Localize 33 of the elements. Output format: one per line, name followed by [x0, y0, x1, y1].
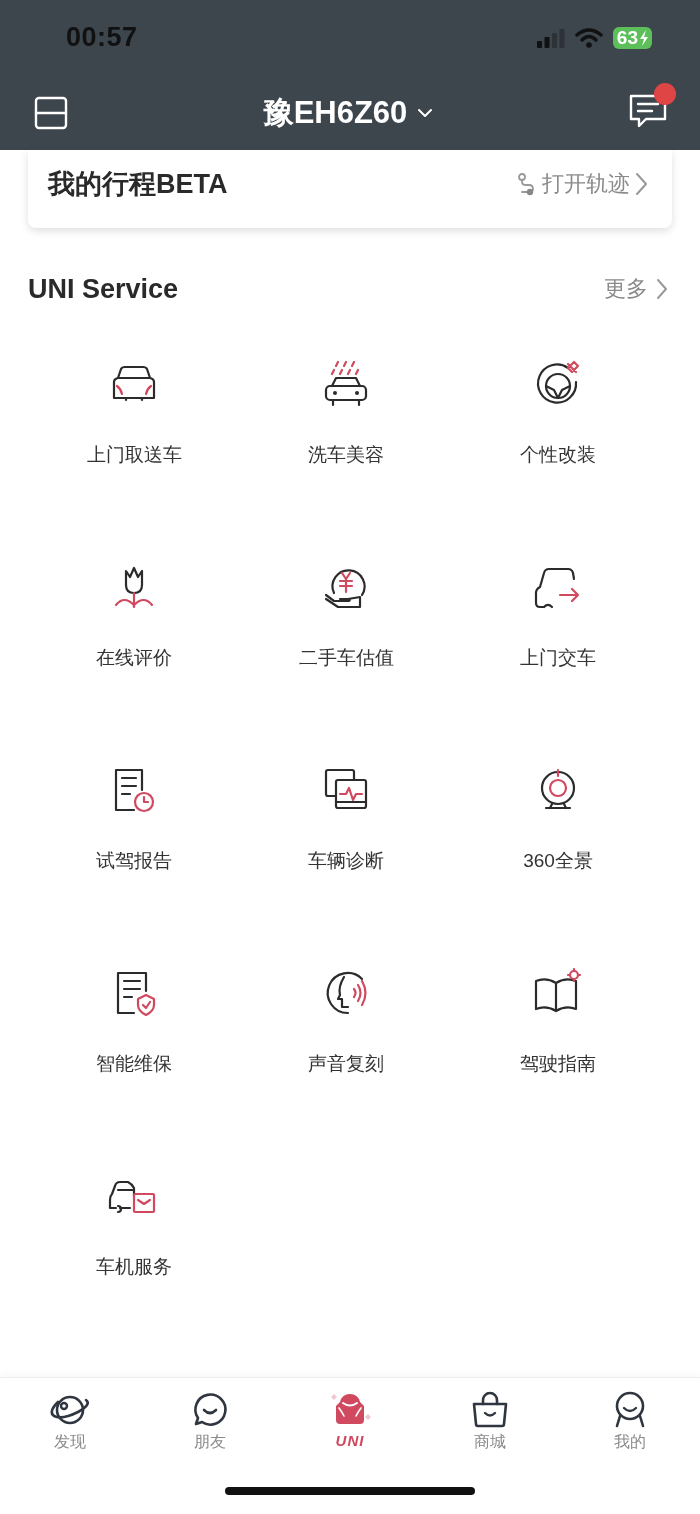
tab-item[interactable]: 商城: [420, 1388, 560, 1453]
section-title: UNI Service: [28, 273, 179, 305]
chevron-down-icon[interactable]: [417, 107, 434, 118]
tab-item[interactable]: UNI: [280, 1388, 420, 1453]
service-item[interactable]: 个性改装: [452, 309, 664, 512]
tab-item[interactable]: 发现: [0, 1388, 140, 1453]
signal-icon: [536, 27, 565, 48]
service-item[interactable]: 试驾报告: [28, 715, 240, 918]
service-item[interactable]: 在线评价: [28, 512, 240, 715]
service-item[interactable]: 洗车美容: [240, 309, 452, 512]
service-item[interactable]: 声音复刻: [240, 918, 452, 1121]
service-item[interactable]: 360全景: [452, 715, 664, 918]
battery-level: 63: [616, 26, 638, 49]
more-link[interactable]: 更多: [604, 274, 672, 304]
card-title: 我的行程BETA: [48, 168, 228, 201]
service-item[interactable]: 二手车估值: [240, 512, 452, 715]
scan-icon[interactable]: [34, 95, 68, 130]
charging-icon: [638, 28, 650, 47]
service-item[interactable]: 上门交车: [452, 512, 664, 715]
service-item[interactable]: 驾驶指南: [452, 918, 664, 1121]
service-item[interactable]: 智能维保: [28, 918, 240, 1121]
message-icon[interactable]: [628, 92, 668, 129]
status-time: 00:57: [66, 22, 138, 53]
open-track-link[interactable]: 打开轨迹: [516, 169, 648, 199]
tab-item[interactable]: 朋友: [140, 1388, 280, 1453]
service-item[interactable]: 车辆诊断: [240, 715, 452, 918]
service-item[interactable]: 上门取送车: [28, 309, 240, 512]
vehicle-plate-selector[interactable]: 豫EH6Z60: [262, 91, 408, 134]
tab-item[interactable]: 我的: [560, 1388, 700, 1453]
chevron-right-icon: [634, 172, 648, 196]
wifi-icon: [574, 27, 603, 48]
chevron-right-icon: [656, 278, 668, 300]
service-item[interactable]: 车机服务: [28, 1121, 240, 1324]
